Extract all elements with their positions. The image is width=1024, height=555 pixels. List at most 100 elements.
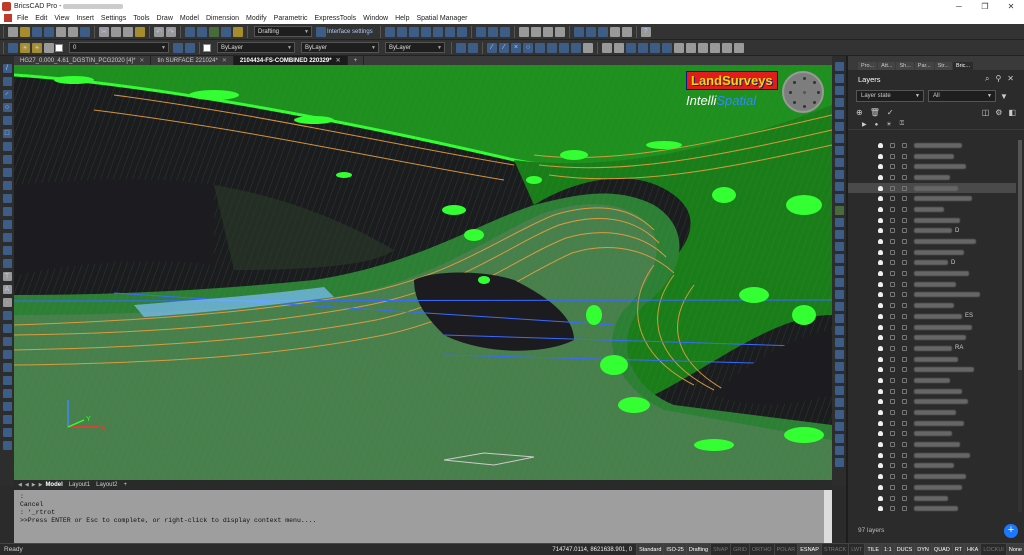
light-icon[interactable] bbox=[621, 26, 632, 37]
layer-row[interactable] bbox=[848, 236, 1016, 247]
publish-icon[interactable] bbox=[80, 26, 90, 37]
lightbulb-icon[interactable] bbox=[878, 313, 883, 319]
lock-icon[interactable] bbox=[902, 206, 907, 212]
lock-icon[interactable] bbox=[902, 388, 907, 394]
doc-tab-tin-surface[interactable]: tin SURFACE 221024* ✕ bbox=[151, 56, 234, 65]
layers-icon[interactable] bbox=[8, 42, 18, 53]
print-preview-icon[interactable] bbox=[68, 26, 78, 37]
lightbulb-icon[interactable] bbox=[878, 420, 883, 426]
open-icon[interactable] bbox=[20, 26, 30, 37]
freeze-icon[interactable] bbox=[890, 228, 895, 234]
polygon-icon[interactable] bbox=[2, 142, 12, 151]
lock-icon[interactable] bbox=[902, 292, 907, 298]
lock-icon[interactable] bbox=[902, 239, 907, 245]
status-toggle-none[interactable]: None bbox=[1005, 543, 1024, 555]
menu-spatial-manager[interactable]: Spatial Manager bbox=[416, 15, 467, 22]
layer-row[interactable] bbox=[848, 375, 1016, 386]
snap-tangent-icon[interactable] bbox=[547, 42, 557, 53]
ucs-view-icon[interactable] bbox=[662, 42, 672, 53]
sphere-icon[interactable] bbox=[834, 265, 844, 275]
lightbulb-icon[interactable] bbox=[878, 303, 883, 309]
lock-icon[interactable] bbox=[902, 142, 907, 148]
lightbulb-icon[interactable] bbox=[878, 410, 883, 416]
measure-icon[interactable] bbox=[602, 42, 612, 53]
layer-row[interactable] bbox=[848, 290, 1016, 301]
status-toggle-rt[interactable]: RT bbox=[951, 543, 965, 555]
lock-icon[interactable] bbox=[902, 313, 907, 319]
lightbulb-icon[interactable] bbox=[878, 142, 883, 148]
freeze-icon[interactable] bbox=[890, 249, 895, 255]
freeze-icon[interactable] bbox=[890, 185, 895, 191]
snap-perpendicular-icon[interactable] bbox=[559, 42, 569, 53]
text-style-icon[interactable] bbox=[468, 42, 478, 53]
first-tab-icon[interactable]: ◀ bbox=[18, 482, 22, 488]
menu-insert[interactable]: Insert bbox=[76, 15, 94, 22]
separate-icon[interactable] bbox=[834, 433, 844, 443]
freeze-icon[interactable] bbox=[890, 292, 895, 298]
ucs-world-icon[interactable] bbox=[638, 42, 648, 53]
lock-icon[interactable] bbox=[902, 217, 907, 223]
lightbulb-icon[interactable] bbox=[878, 474, 883, 480]
interface-settings-icon[interactable] bbox=[316, 26, 326, 37]
pin-icon[interactable]: ⚲ bbox=[995, 74, 1001, 84]
last-tab-icon[interactable]: ▶ bbox=[39, 482, 43, 488]
array-icon[interactable] bbox=[2, 363, 12, 372]
freeze-icon[interactable] bbox=[890, 142, 895, 148]
zoom-extents-icon[interactable] bbox=[420, 26, 431, 37]
new-tab-button[interactable]: + bbox=[348, 56, 365, 65]
table-icon[interactable] bbox=[2, 259, 12, 268]
tab-structure[interactable]: Str... bbox=[934, 62, 952, 70]
freeze-icon[interactable] bbox=[890, 239, 895, 245]
freeze-icon[interactable] bbox=[890, 356, 895, 362]
sw-iso-icon[interactable] bbox=[834, 133, 844, 143]
revcloud-icon[interactable] bbox=[2, 168, 12, 177]
lock-icon[interactable] bbox=[902, 335, 907, 341]
freeze-icon[interactable] bbox=[890, 388, 895, 394]
menu-model[interactable]: Model bbox=[180, 15, 199, 22]
push-pull-icon[interactable] bbox=[834, 445, 844, 455]
zoom-out-icon[interactable] bbox=[456, 26, 467, 37]
extend-icon[interactable] bbox=[2, 441, 12, 450]
status-toggle-quad[interactable]: QUAD bbox=[930, 543, 952, 555]
freeze-icon[interactable] bbox=[890, 399, 895, 405]
point-icon[interactable]: · bbox=[2, 298, 12, 307]
lightbulb-icon[interactable] bbox=[878, 388, 883, 394]
redo-icon[interactable]: ↷ bbox=[166, 26, 176, 37]
snap-midpoint-icon[interactable]: ⁄ bbox=[499, 42, 509, 53]
application-menu-icon[interactable] bbox=[4, 14, 12, 22]
zoom-previous-icon[interactable] bbox=[408, 26, 419, 37]
xref-icon[interactable] bbox=[710, 42, 720, 53]
menu-view[interactable]: View bbox=[54, 15, 69, 22]
status-toggle-lockui[interactable]: LOCKUI bbox=[980, 543, 1005, 555]
close-tab-icon[interactable]: ✕ bbox=[336, 57, 341, 64]
se-iso-icon[interactable] bbox=[834, 145, 844, 155]
pdf-icon[interactable] bbox=[734, 42, 744, 53]
freeze-icon[interactable] bbox=[890, 495, 895, 501]
wedge-icon[interactable] bbox=[834, 301, 844, 311]
lightbulb-icon[interactable] bbox=[878, 377, 883, 383]
layer-row[interactable]: D bbox=[848, 226, 1016, 237]
pan-icon[interactable] bbox=[432, 26, 443, 37]
menu-window[interactable]: Window bbox=[363, 15, 388, 22]
lightbulb-icon[interactable] bbox=[878, 174, 883, 180]
status-toggle-standard[interactable]: Standard bbox=[636, 543, 664, 555]
ellipse-icon[interactable] bbox=[2, 116, 12, 125]
layer-row[interactable] bbox=[848, 140, 1016, 151]
layer-row[interactable] bbox=[848, 450, 1016, 461]
fillet-edge-icon[interactable] bbox=[834, 385, 844, 395]
status-toggle-drafting[interactable]: Drafting bbox=[685, 543, 711, 555]
top-view-icon[interactable] bbox=[834, 61, 844, 71]
subtract-icon[interactable] bbox=[834, 337, 844, 347]
status-toggle-iso-25[interactable]: ISO-25 bbox=[663, 543, 686, 555]
lock-icon[interactable] bbox=[902, 196, 907, 202]
lineweight-select[interactable]: ByLayer ▼ bbox=[385, 42, 445, 53]
close-button[interactable]: ✕ bbox=[998, 2, 1024, 11]
freeze-icon[interactable] bbox=[890, 431, 895, 437]
add-layer-button[interactable]: + bbox=[1004, 524, 1018, 538]
layer-on-icon[interactable]: ☀ bbox=[20, 42, 30, 53]
line-icon[interactable]: / bbox=[2, 64, 12, 73]
lock-icon[interactable] bbox=[902, 249, 907, 255]
new-icon[interactable] bbox=[8, 26, 18, 37]
layer-previous-icon-2[interactable] bbox=[185, 42, 195, 53]
lightbulb-icon[interactable] bbox=[878, 217, 883, 223]
